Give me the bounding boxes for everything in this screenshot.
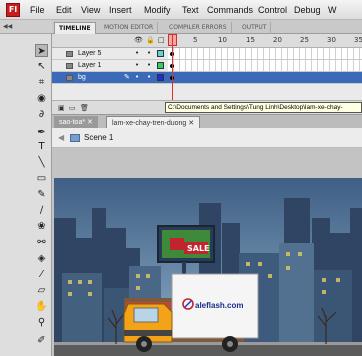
eyedropper-tool-icon[interactable]: ⁄	[35, 268, 48, 281]
3d-rotation-tool-icon[interactable]: ◉	[35, 92, 48, 105]
outline-icon[interactable]: □	[158, 36, 165, 44]
stage-canvas[interactable]: SALE aleflash.com	[54, 178, 362, 356]
doc-tab-label: lam-xe-chay-tren-duong	[112, 120, 187, 127]
tab-motion-editor[interactable]: MOTION EDITOR	[100, 22, 159, 34]
layer-outline-color[interactable]	[157, 62, 164, 69]
lock-dot[interactable]: •	[147, 50, 151, 57]
menu-text[interactable]: Text	[182, 5, 199, 15]
line-tool-icon[interactable]: ╲	[35, 156, 48, 169]
close-icon[interactable]: ✕	[188, 120, 194, 127]
new-layer-icon[interactable]: ▣	[58, 104, 65, 112]
menu-view[interactable]: View	[81, 5, 100, 15]
zoom-tool-icon[interactable]: ⚲	[35, 316, 48, 329]
frame-number: 35	[354, 36, 362, 44]
tools-panel-header: ◀◀	[0, 20, 52, 34]
selection-tool-icon[interactable]: ➤	[35, 44, 48, 57]
timeline-header: 👁 🔒 □ 1 5 10 15 20 25 30 35	[52, 34, 362, 48]
layer-row-layer-5[interactable]: Layer 5 • •	[52, 48, 362, 60]
layer-icon	[66, 75, 73, 81]
lock-icon[interactable]: 🔒	[146, 36, 155, 44]
pen-tool-icon[interactable]: ✒	[35, 126, 48, 139]
menu-modify[interactable]: Modify	[144, 5, 171, 15]
delete-layer-icon[interactable]: 🗑	[80, 104, 89, 112]
menu-file[interactable]: File	[30, 5, 45, 15]
pencil-edit-icon: ✎	[124, 73, 130, 81]
timeline-panel: 👁 🔒 □ 1 5 10 15 20 25 30 35 Layer 5 • • …	[52, 34, 362, 114]
menu-window[interactable]: W	[328, 5, 337, 15]
menu-edit[interactable]: Edit	[56, 5, 72, 15]
scene-label[interactable]: Scene 1	[84, 133, 113, 142]
close-icon[interactable]: ✕	[87, 119, 93, 126]
bone-tool-icon[interactable]: ⚯	[35, 236, 48, 249]
city-scene-artwork: SALE aleflash.com	[54, 178, 362, 356]
rectangle-tool-icon[interactable]: ▭	[35, 172, 48, 185]
tab-output[interactable]: OUTPUT	[238, 22, 272, 34]
lock-dot[interactable]: •	[147, 74, 151, 81]
frame-number: 15	[246, 36, 255, 44]
new-folder-icon[interactable]: ▭	[69, 104, 76, 112]
eraser-tool-icon[interactable]: ▱	[35, 284, 48, 297]
layer-row-bg[interactable]: bg ✎ • •	[52, 72, 362, 84]
file-path-tooltip: C:\Documents and Settings\Tung Linh\Desk…	[165, 102, 362, 113]
menu-debug[interactable]: Debug	[294, 5, 321, 15]
panel-tab-bar: TIMELINE MOTION EDITOR COMPILER ERRORS O…	[52, 20, 362, 34]
lock-dot[interactable]: •	[147, 62, 151, 69]
pencil-tool-icon[interactable]: ✎	[35, 188, 48, 201]
tools-panel: ➤ ↖ ⌗ ◉ ∂ ✒ T ╲ ▭ ✎ ∕ ❀ ⚯ ◈ ⁄ ▱ ✋ ⚲ ✐	[0, 34, 52, 356]
subselection-tool-icon[interactable]: ↖	[35, 60, 48, 73]
text-tool-icon[interactable]: T	[35, 140, 48, 153]
layer-icon	[66, 63, 73, 69]
deco-tool-icon[interactable]: ❀	[35, 220, 48, 233]
edit-bar: ◀ Scene 1	[52, 128, 362, 148]
layer-name[interactable]: bg	[78, 74, 86, 81]
layer-name[interactable]: Layer 5	[78, 50, 101, 57]
road	[54, 344, 362, 356]
show-hide-eye-icon[interactable]: 👁	[134, 36, 143, 44]
frame-number: 5	[193, 36, 198, 44]
scene-icon	[70, 134, 80, 142]
frame-number: 20	[273, 36, 282, 44]
layer-name[interactable]: Layer 1	[78, 62, 101, 69]
layer-outline-color[interactable]	[157, 50, 164, 57]
visibility-dot[interactable]: •	[135, 50, 139, 57]
lasso-tool-icon[interactable]: ∂	[35, 108, 48, 121]
layer-icon	[66, 51, 73, 57]
doc-tab-label: sao-toa*	[59, 119, 86, 126]
menu-commands[interactable]: Commands	[207, 5, 253, 15]
collapse-arrows-icon[interactable]: ◀◀	[3, 23, 12, 30]
layer-row-layer-1[interactable]: Layer 1 • •	[52, 60, 362, 72]
billboard-text: SALE	[187, 244, 210, 253]
layer-outline-color[interactable]	[157, 74, 164, 81]
playhead-line[interactable]	[172, 34, 173, 100]
back-arrow-icon[interactable]: ◀	[58, 133, 64, 142]
stroke-color-icon[interactable]: ✐	[35, 334, 48, 347]
frame-number: 25	[300, 36, 309, 44]
free-transform-tool-icon[interactable]: ⌗	[35, 76, 48, 89]
menu-control[interactable]: Control	[258, 5, 287, 15]
menu-bar: Fl File Edit View Insert Modify Text Com…	[0, 0, 362, 20]
document-tab-bar: sao-toa* ✕ lam-xe-chay-tren-duong ✕	[52, 114, 362, 129]
visibility-dot[interactable]: •	[135, 74, 139, 81]
brush-tool-icon[interactable]: ∕	[35, 204, 48, 217]
flash-logo-icon: Fl	[6, 3, 20, 17]
tab-timeline[interactable]: TIMELINE	[54, 22, 96, 34]
visibility-dot[interactable]: •	[135, 62, 139, 69]
tab-compiler-errors[interactable]: COMPILER ERRORS	[165, 22, 232, 34]
hand-tool-icon[interactable]: ✋	[35, 300, 48, 313]
truck-sign-text: aleflash.com	[195, 301, 243, 310]
frame-number: 30	[327, 36, 336, 44]
frame-number: 10	[218, 36, 227, 44]
stage-pasteboard: SALE aleflash.com	[52, 148, 362, 356]
paint-bucket-tool-icon[interactable]: ◈	[35, 252, 48, 265]
menu-insert[interactable]: Insert	[109, 5, 132, 15]
sidewalk	[54, 342, 362, 345]
